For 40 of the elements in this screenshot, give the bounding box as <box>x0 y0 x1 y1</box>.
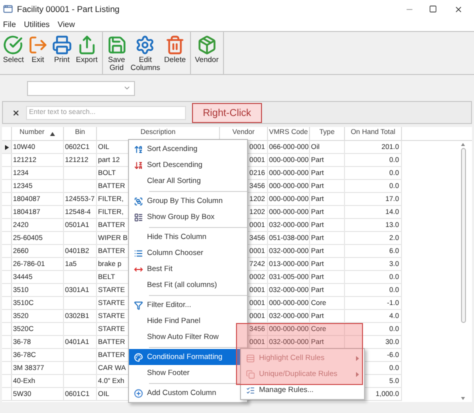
layout-list-icon <box>134 212 142 222</box>
list-icon <box>134 248 142 258</box>
maximize-icon <box>429 5 437 13</box>
settings-icon <box>135 35 156 55</box>
filter-icon <box>134 300 142 310</box>
close-icon <box>454 4 462 14</box>
trash-icon <box>164 35 185 55</box>
package-icon <box>196 35 217 55</box>
menu-item[interactable]: View <box>58 20 75 28</box>
add-icon <box>134 388 142 398</box>
group-icon <box>134 196 142 206</box>
row-pointer-icon <box>4 144 8 150</box>
scroll-down-icon <box>461 397 465 400</box>
window-title: Facility 00001 - Part Listing <box>17 2 120 16</box>
filter-dropdown[interactable] <box>27 80 135 96</box>
arrows-horizontal-icon <box>134 264 142 274</box>
menu-item[interactable]: Utilities <box>24 20 50 28</box>
sort-ascending-icon <box>134 144 142 154</box>
app-icon <box>3 4 13 14</box>
share-icon <box>76 35 97 55</box>
chevron-down-icon <box>123 84 131 92</box>
copy-icon <box>246 370 254 378</box>
close-find-button[interactable] <box>11 108 21 118</box>
sort-arrow-icon <box>50 132 56 136</box>
submenu-arrow-icon <box>356 356 359 360</box>
palette-icon <box>134 352 142 362</box>
list-checks-icon <box>246 386 254 394</box>
save-icon <box>106 35 127 55</box>
row-header[interactable] <box>2 141 12 153</box>
printer-icon <box>52 35 72 55</box>
scrollbar[interactable] <box>458 141 468 402</box>
scroll-up-icon <box>461 143 465 146</box>
check-circle-icon <box>3 35 24 55</box>
sort-descending-icon <box>134 160 142 170</box>
exit-icon <box>28 35 48 55</box>
close-icon <box>12 108 20 116</box>
annotation-label: Right-Click <box>192 103 262 123</box>
menu-item[interactable]: File <box>3 20 16 28</box>
submenu-arrow-icon <box>356 372 359 376</box>
rows-icon <box>246 354 254 362</box>
